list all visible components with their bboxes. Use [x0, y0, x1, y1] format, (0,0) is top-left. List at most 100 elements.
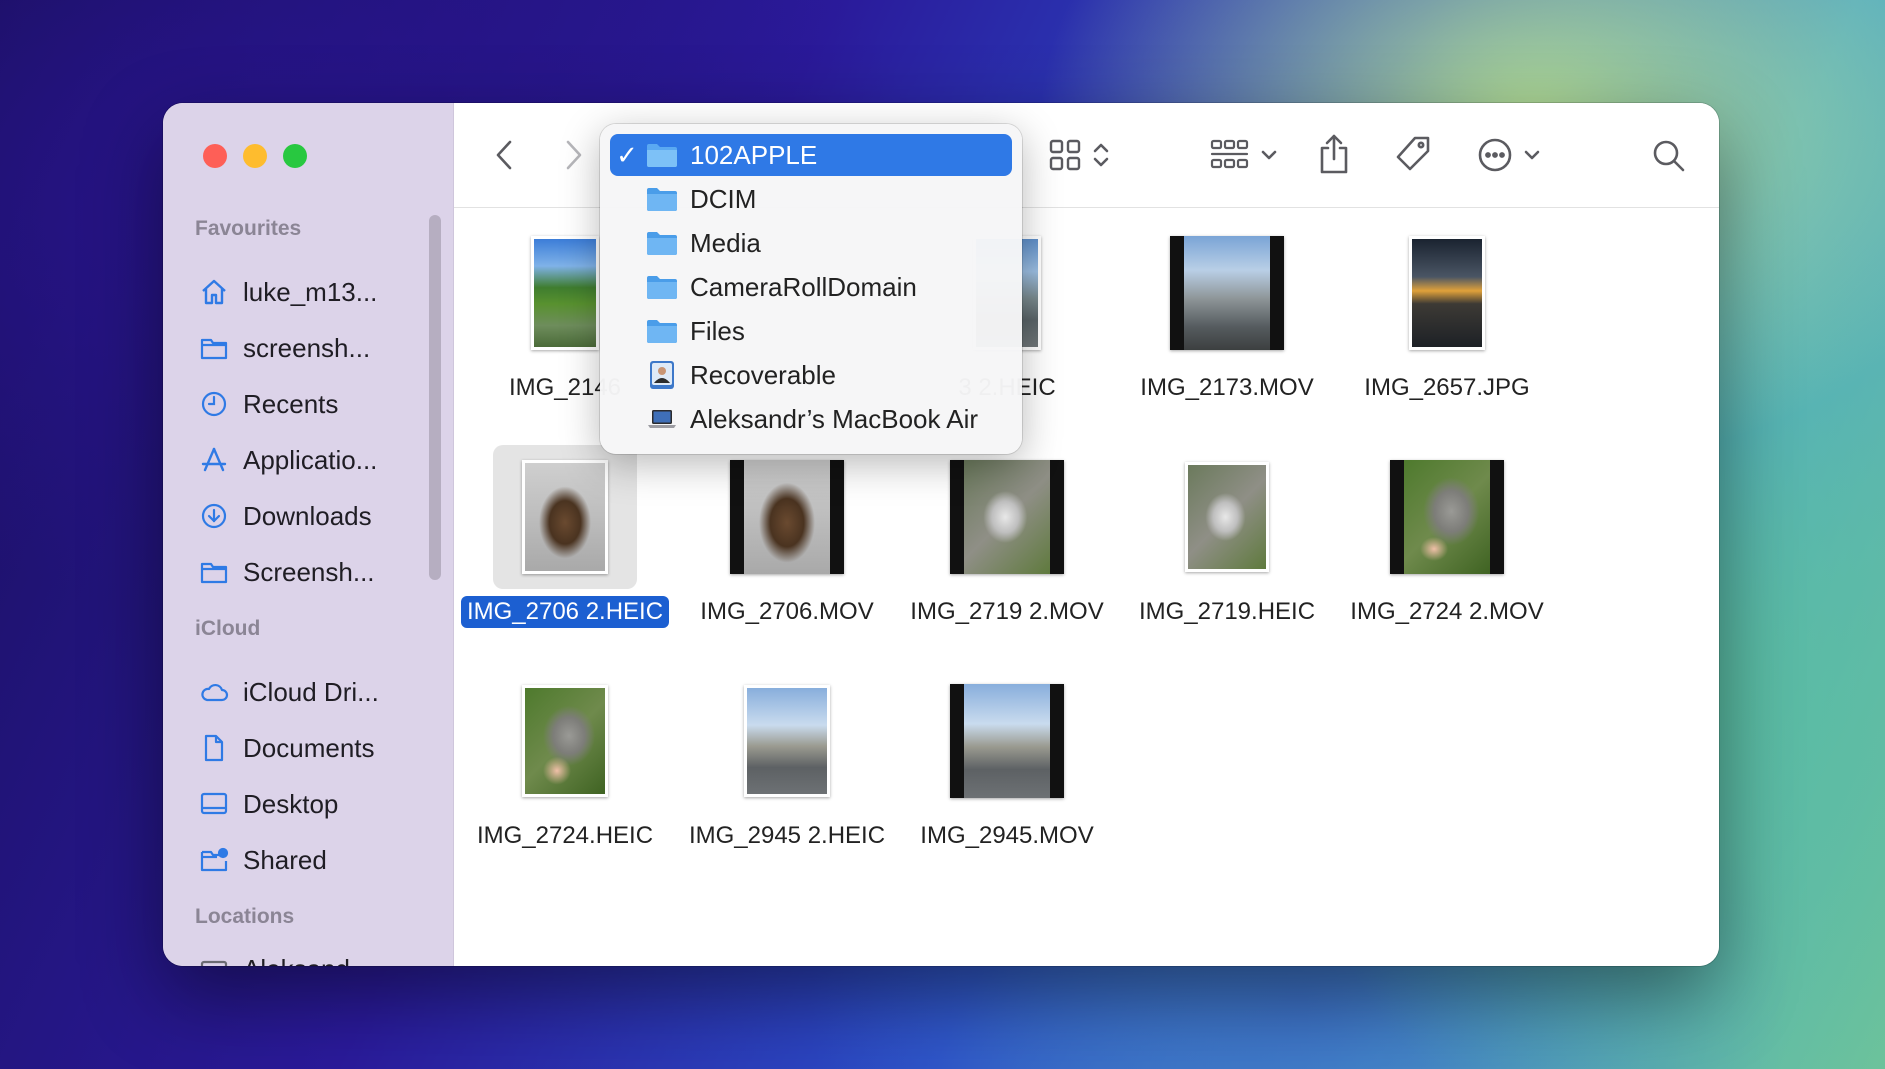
sidebar-scrollbar[interactable]	[429, 215, 441, 580]
file-thumbnail	[1390, 236, 1504, 350]
sidebar-item-screenshots[interactable]: screensh...	[199, 328, 370, 368]
sidebar-item-label: Documents	[243, 732, 375, 763]
menu-item-label: DCIM	[690, 183, 757, 214]
file-name: IMG_2724 2.MOV	[1350, 598, 1544, 625]
search-button[interactable]	[1644, 131, 1694, 181]
checkmark-icon: ✓	[616, 139, 638, 170]
share-icon	[1320, 134, 1348, 174]
more-actions-button[interactable]	[1469, 133, 1549, 177]
tags-button[interactable]	[1388, 129, 1438, 179]
sidebar-item-shared[interactable]: Shared	[199, 840, 327, 880]
chevron-right-icon	[566, 140, 582, 170]
folder-icon	[644, 140, 680, 170]
menu-item-label: CameraRollDomain	[690, 271, 917, 302]
sidebar-item-label: Screensh...	[243, 556, 375, 587]
menu-item-dcim[interactable]: DCIM	[610, 178, 1012, 220]
folder-icon	[644, 272, 680, 302]
sidebar-section-favourites: Favourites	[195, 217, 302, 240]
menu-item-macbook-air[interactable]: Aleksandr’s MacBook Air	[610, 398, 1012, 440]
menu-item-label: Files	[690, 315, 745, 346]
file-thumbnail	[493, 445, 637, 589]
close-button[interactable]	[203, 144, 227, 168]
file-thumbnail	[508, 684, 622, 798]
laptop-icon	[644, 404, 680, 434]
sidebar-item-desktop[interactable]: Desktop	[199, 784, 338, 824]
sidebar-item-label: Recents	[243, 388, 339, 419]
path-popup-menu: ✓ 102APPLE DCIM Media CameraRollDomain F…	[600, 124, 1022, 454]
view-mode-button[interactable]	[1044, 133, 1114, 177]
sidebar-section-icloud: iCloud	[195, 617, 261, 640]
menu-item-label: Media	[690, 227, 761, 258]
file-item[interactable]: IMG_2173.MOV	[1122, 236, 1332, 404]
file-thumbnail	[1170, 236, 1284, 350]
menu-item-files[interactable]: Files	[610, 310, 1012, 352]
sidebar-item-label: Aleksand...	[243, 954, 372, 967]
sidebar-section-locations: Locations	[195, 905, 295, 928]
drive-icon	[200, 960, 228, 966]
search-icon	[1653, 140, 1685, 172]
file-name: IMG_2706.MOV	[700, 598, 874, 625]
file-name: IMG_2945 2.HEIC	[688, 822, 886, 849]
file-item[interactable]: IMG_2719.HEIC	[1122, 460, 1332, 628]
file-item[interactable]: IMG_2706.MOV	[682, 460, 892, 628]
sidebar-item-icloud-drive[interactable]: iCloud Dri...	[199, 672, 379, 712]
file-item[interactable]: IMG_2945 2.HEIC	[682, 684, 892, 852]
file-item[interactable]: IMG_2724 2.MOV	[1342, 460, 1552, 628]
sidebar-item-label: luke_m13...	[243, 276, 378, 307]
sidebar-item-macbook[interactable]: Aleksand...	[199, 949, 372, 966]
file-thumbnail	[730, 684, 844, 798]
file-item[interactable]: IMG_2657.JPG	[1342, 236, 1552, 404]
sidebar-item-documents[interactable]: Documents	[199, 728, 375, 768]
forward-button[interactable]	[554, 133, 594, 177]
group-button[interactable]	[1204, 133, 1284, 177]
folder-icon	[644, 184, 680, 214]
finder-window: Favourites luke_m13... screensh... Recen…	[163, 103, 1719, 966]
file-name: IMG_2657.JPG	[1364, 374, 1530, 401]
applications-icon	[201, 447, 227, 472]
menu-item-label: 102APPLE	[690, 139, 818, 170]
menu-item-camerarolldomain[interactable]: CameraRollDomain	[610, 266, 1012, 308]
sidebar: Favourites luke_m13... screensh... Recen…	[163, 103, 454, 966]
menu-item-label: Aleksandr’s MacBook Air	[690, 403, 979, 434]
sidebar-item-label: iCloud Dri...	[243, 676, 379, 707]
file-thumbnail	[950, 460, 1064, 574]
menu-item-media[interactable]: Media	[610, 222, 1012, 264]
file-item[interactable]: IMG_2945.MOV	[902, 684, 1112, 852]
sidebar-item-label: Applicatio...	[243, 444, 378, 475]
file-thumbnail	[730, 460, 844, 574]
sidebar-item-screenshots-2[interactable]: Screensh...	[199, 552, 375, 592]
file-thumbnail	[1390, 460, 1504, 574]
zoom-button[interactable]	[283, 144, 307, 168]
home-icon	[202, 279, 226, 305]
file-item[interactable]: IMG_2724.HEIC	[460, 684, 670, 852]
clock-icon	[201, 391, 227, 417]
sidebar-item-downloads[interactable]: Downloads	[199, 496, 372, 536]
menu-item-102apple[interactable]: ✓ 102APPLE	[610, 134, 1012, 176]
file-name: IMG_2719.HEIC	[1138, 598, 1316, 625]
download-icon	[201, 503, 227, 529]
group-icon	[1210, 139, 1249, 169]
tag-icon	[1396, 136, 1430, 171]
menu-item-label: Recoverable	[690, 359, 836, 390]
file-name: IMG_2945.MOV	[920, 822, 1094, 849]
sidebar-item-applications[interactable]: Applicatio...	[199, 440, 377, 480]
cloud-icon	[201, 683, 229, 702]
minimize-button[interactable]	[243, 144, 267, 168]
file-item[interactable]: IMG_2719 2.MOV	[902, 460, 1112, 628]
file-name: IMG_2719 2.MOV	[910, 598, 1104, 625]
folder-icon	[644, 316, 680, 346]
chevron-left-icon	[496, 140, 512, 170]
file-item-selected[interactable]: IMG_2706 2.HEIC	[460, 445, 670, 628]
chevron-updown-icon	[1093, 143, 1109, 167]
menu-item-recoverable[interactable]: Recoverable	[610, 354, 1012, 396]
share-button[interactable]	[1309, 129, 1359, 179]
sidebar-item-home[interactable]: luke_m13...	[199, 272, 377, 312]
sidebar-item-label: screensh...	[243, 332, 371, 363]
folder-icon	[200, 562, 228, 584]
folder-icon	[644, 228, 680, 258]
desktop-icon	[200, 792, 228, 815]
file-thumbnail	[1170, 460, 1284, 574]
traffic-lights	[203, 144, 307, 168]
sidebar-item-recents[interactable]: Recents	[199, 384, 338, 424]
back-button[interactable]	[484, 133, 524, 177]
